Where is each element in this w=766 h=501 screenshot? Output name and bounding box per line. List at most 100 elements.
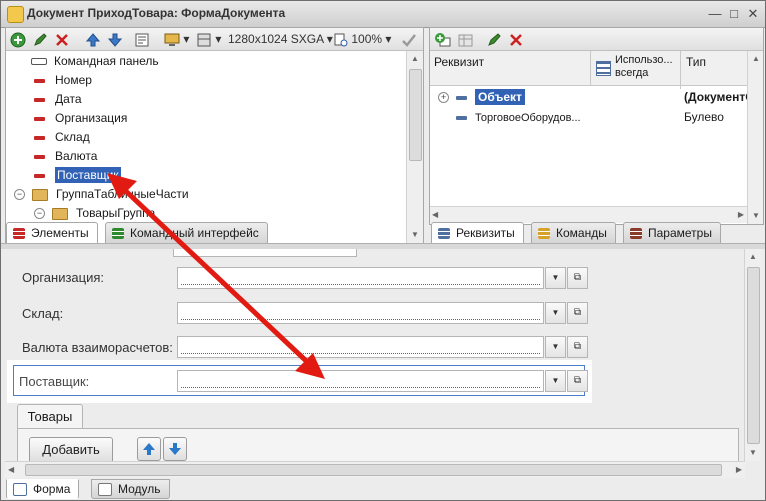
scroll-up-icon[interactable]: ▲: [407, 51, 423, 67]
tab-label: Команды: [556, 226, 607, 240]
tab-label: Командный интерфейс: [130, 226, 259, 240]
add-icon[interactable]: [10, 31, 26, 48]
tree-item-label: Склад: [55, 130, 90, 144]
scroll-right-icon[interactable]: ▶: [738, 207, 744, 223]
attributes-panel: Реквизит Использо... всегда Тип + Объект …: [429, 27, 764, 225]
form-vscrollbar[interactable]: ▲ ▼: [744, 249, 761, 461]
open-icon[interactable]: ⧉: [567, 267, 588, 289]
tab-attributes[interactable]: Реквизиты: [431, 222, 524, 244]
tree-item-currency[interactable]: Валюта: [34, 147, 97, 165]
tab-label: Модуль: [118, 482, 161, 496]
tree-item-label: Поставщик: [55, 167, 121, 183]
dropdown-icon[interactable]: ▼: [545, 267, 566, 289]
tab-form[interactable]: Форма: [6, 479, 80, 499]
scroll-up-icon[interactable]: ▲: [745, 249, 761, 265]
scroll-up-icon[interactable]: ▲: [748, 51, 763, 67]
move-up-icon[interactable]: [85, 31, 101, 47]
layout-icon[interactable]: ▾: [196, 31, 221, 47]
tree-item-table-group[interactable]: − ГруппаТабличныеЧасти: [14, 185, 189, 203]
attribute-row-equipment[interactable]: ТорговоеОборудов... Булево: [456, 108, 736, 126]
attribute-row-object[interactable]: + Объект (ДокументОб: [438, 88, 762, 106]
close-icon[interactable]: ✕: [744, 5, 762, 22]
add-attribute-icon[interactable]: [434, 31, 452, 47]
move-up-button[interactable]: [137, 437, 161, 461]
open-icon[interactable]: ⧉: [567, 302, 588, 324]
attributes-hscrollbar[interactable]: ◀ ▶: [430, 206, 747, 223]
scroll-down-icon[interactable]: ▼: [748, 208, 763, 224]
module-tab-icon: [98, 483, 112, 497]
add-button[interactable]: Добавить: [29, 437, 113, 461]
tree-item-number[interactable]: Номер: [34, 71, 92, 89]
collapse-icon[interactable]: −: [14, 189, 25, 201]
tab-elements[interactable]: Элементы: [6, 222, 98, 244]
maximize-icon[interactable]: □: [725, 5, 743, 22]
attributes-header: Реквизит Использо... всегда Тип: [430, 51, 747, 89]
organization-input[interactable]: [177, 267, 544, 289]
column-header-always[interactable]: Использо... всегда: [590, 51, 681, 85]
elements-panel: ▾ ▾ 1280x1024 SXGA ▾ 100% ▾ Командная па…: [5, 27, 424, 245]
tree-item-label: Командная панель: [54, 54, 159, 68]
scroll-left-icon[interactable]: ◀: [8, 462, 14, 478]
form-hscrollbar[interactable]: ◀ ▶: [5, 461, 745, 478]
attributes-scrollbar[interactable]: ▲ ▼: [747, 51, 763, 224]
command-panel-icon: [31, 58, 47, 66]
tab-parameters[interactable]: Параметры: [623, 222, 721, 244]
delete-icon[interactable]: [508, 31, 524, 47]
edit-icon[interactable]: [32, 31, 48, 47]
preview-icon[interactable]: [134, 31, 150, 47]
tree-item-label: ГруппаТабличныеЧасти: [56, 187, 189, 201]
delete-icon[interactable]: [54, 31, 70, 47]
zoom-select[interactable]: 100% ▾: [334, 31, 391, 47]
field-icon: [34, 173, 45, 178]
attribute-name: Объект: [475, 89, 525, 105]
collapse-icon[interactable]: −: [34, 208, 45, 220]
edit-icon[interactable]: [486, 31, 502, 47]
tree-item-organization[interactable]: Организация: [34, 109, 127, 127]
open-icon[interactable]: ⧉: [567, 336, 588, 358]
scroll-thumb[interactable]: [747, 267, 760, 444]
column-header-type[interactable]: Тип: [680, 51, 706, 89]
tree-item-label: Валюта: [55, 149, 98, 163]
dropdown-icon[interactable]: ▼: [545, 302, 566, 324]
scroll-down-icon[interactable]: ▼: [745, 445, 761, 461]
expand-icon[interactable]: +: [438, 92, 449, 104]
add-table-icon[interactable]: [457, 31, 475, 47]
folder-icon: [52, 207, 68, 220]
form-tab-icon: [13, 483, 27, 497]
elements-tab-icon: [13, 228, 25, 240]
scroll-thumb[interactable]: [409, 69, 422, 161]
move-down-icon[interactable]: [107, 31, 123, 47]
supplier-input[interactable]: [177, 370, 544, 392]
elements-scrollbar[interactable]: ▲ ▼: [406, 51, 423, 244]
elements-tree: Командная панель Номер Дата Организация …: [6, 51, 406, 244]
move-down-button[interactable]: [163, 437, 187, 461]
tab-label: Элементы: [31, 226, 89, 240]
tree-item-date[interactable]: Дата: [34, 90, 82, 108]
form-designer-window: Документ ПриходТовара: ФормаДокумента — …: [0, 0, 766, 501]
tree-item-goods-group[interactable]: − ТоварыГруппа: [34, 204, 155, 222]
scroll-left-icon[interactable]: ◀: [432, 207, 438, 223]
resolution-select[interactable]: 1280x1024 SXGA ▾: [228, 31, 333, 47]
dropdown-icon[interactable]: ▼: [545, 370, 566, 392]
field-icon: [34, 135, 45, 140]
dropdown-icon[interactable]: ▼: [545, 336, 566, 358]
scroll-thumb[interactable]: [25, 464, 722, 476]
display-settings-icon[interactable]: ▾: [164, 31, 189, 47]
window-title: Документ ПриходТовара: ФормаДокумента: [27, 6, 286, 20]
scroll-down-icon[interactable]: ▼: [407, 227, 423, 243]
tab-module[interactable]: Модуль: [91, 479, 170, 499]
tab-command-interface[interactable]: Командный интерфейс: [105, 222, 268, 244]
tree-item-command-panel[interactable]: Командная панель: [31, 52, 159, 70]
tab-commands[interactable]: Команды: [531, 222, 616, 244]
app-icon: [7, 6, 24, 23]
checkmark-icon[interactable]: [401, 31, 417, 47]
column-header-attribute[interactable]: Реквизит: [434, 55, 484, 69]
goods-tab[interactable]: Товары: [17, 404, 83, 429]
currency-input[interactable]: [177, 336, 544, 358]
tree-item-warehouse[interactable]: Склад: [34, 128, 90, 146]
scroll-right-icon[interactable]: ▶: [736, 462, 742, 478]
open-icon[interactable]: ⧉: [567, 370, 588, 392]
minimize-icon[interactable]: —: [706, 5, 724, 22]
tree-item-supplier[interactable]: Поставщик: [14, 162, 135, 188]
warehouse-input[interactable]: [177, 302, 544, 324]
